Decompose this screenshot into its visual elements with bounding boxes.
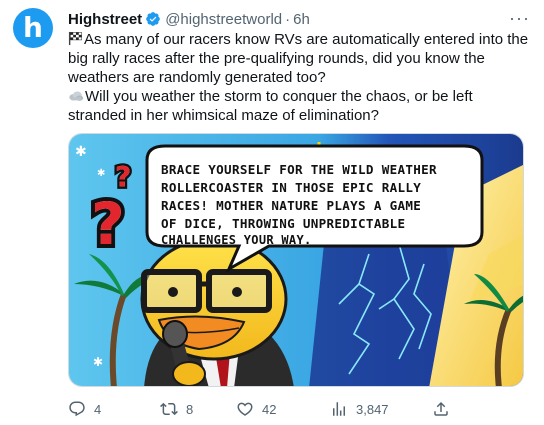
heart-icon (237, 402, 253, 416)
cloud-icon (69, 91, 84, 101)
avatar-letter: h (23, 11, 43, 44)
repost-icon (160, 402, 178, 416)
like-count: 42 (262, 401, 277, 417)
tweet-text: As many of our racers know RVs are autom… (68, 30, 530, 125)
speech-line-5: CHALLENGES YOUR WAY. (161, 233, 312, 247)
tweet-header: Highstreet @highstreetworld · 6h (68, 10, 310, 28)
tweet-media-image[interactable]: ✱ ✱ ✱ ✱ ? ? ? ? (68, 133, 524, 387)
reply-button[interactable]: 4 (68, 400, 101, 418)
speech-line-4: OF DICE, THROWING UNPREDICTABLE (161, 216, 405, 231)
views-button[interactable]: 3,847 (330, 400, 389, 418)
separator: · (285, 10, 291, 28)
chequered-flag-icon (68, 31, 82, 46)
share-icon (434, 401, 448, 416)
svg-text:✱: ✱ (75, 144, 87, 160)
share-button[interactable] (432, 400, 458, 418)
svg-text:?: ? (91, 190, 125, 258)
view-count: 3,847 (356, 401, 389, 417)
more-options-icon[interactable]: ··· (509, 8, 530, 29)
repost-button[interactable]: 8 (160, 400, 193, 418)
tweet-paragraph-1: As many of our racers know RVs are autom… (68, 30, 530, 87)
avatar[interactable]: h (13, 8, 53, 48)
like-button[interactable]: 42 (236, 400, 276, 418)
repost-count: 8 (186, 401, 194, 417)
tweet-paragraph-1-text: As many of our racers know RVs are autom… (68, 31, 529, 86)
speech-line-3: RACES! MOTHER NATURE PLAYS A GAME (161, 198, 421, 213)
svg-text:✱: ✱ (93, 355, 103, 369)
verified-badge-icon (146, 12, 161, 26)
illustration: ✱ ✱ ✱ ✱ ? ? ? ? (69, 134, 523, 386)
reply-count: 4 (94, 401, 102, 417)
tweet-paragraph-2-text: Will you weather the storm to conquer th… (68, 88, 473, 124)
reply-icon (69, 401, 85, 417)
tweet[interactable]: h Highstreet @highstreetworld · 6h ··· A… (0, 0, 544, 425)
speech-line-2: ROLLERCOASTER IN THOSE EPIC RALLY (161, 180, 421, 195)
tweet-actions: 4 8 42 3,847 (68, 400, 528, 420)
speech-line-1: BRACE YOURSELF FOR THE WILD WEATHER (161, 162, 437, 177)
timestamp[interactable]: 6h (293, 11, 310, 28)
svg-text:✱: ✱ (97, 168, 105, 179)
svg-text:?: ? (115, 160, 131, 193)
tweet-paragraph-2: Will you weather the storm to conquer th… (68, 87, 530, 125)
author-handle[interactable]: @highstreetworld (165, 11, 282, 28)
analytics-icon (333, 402, 345, 416)
author-name[interactable]: Highstreet (68, 11, 142, 28)
